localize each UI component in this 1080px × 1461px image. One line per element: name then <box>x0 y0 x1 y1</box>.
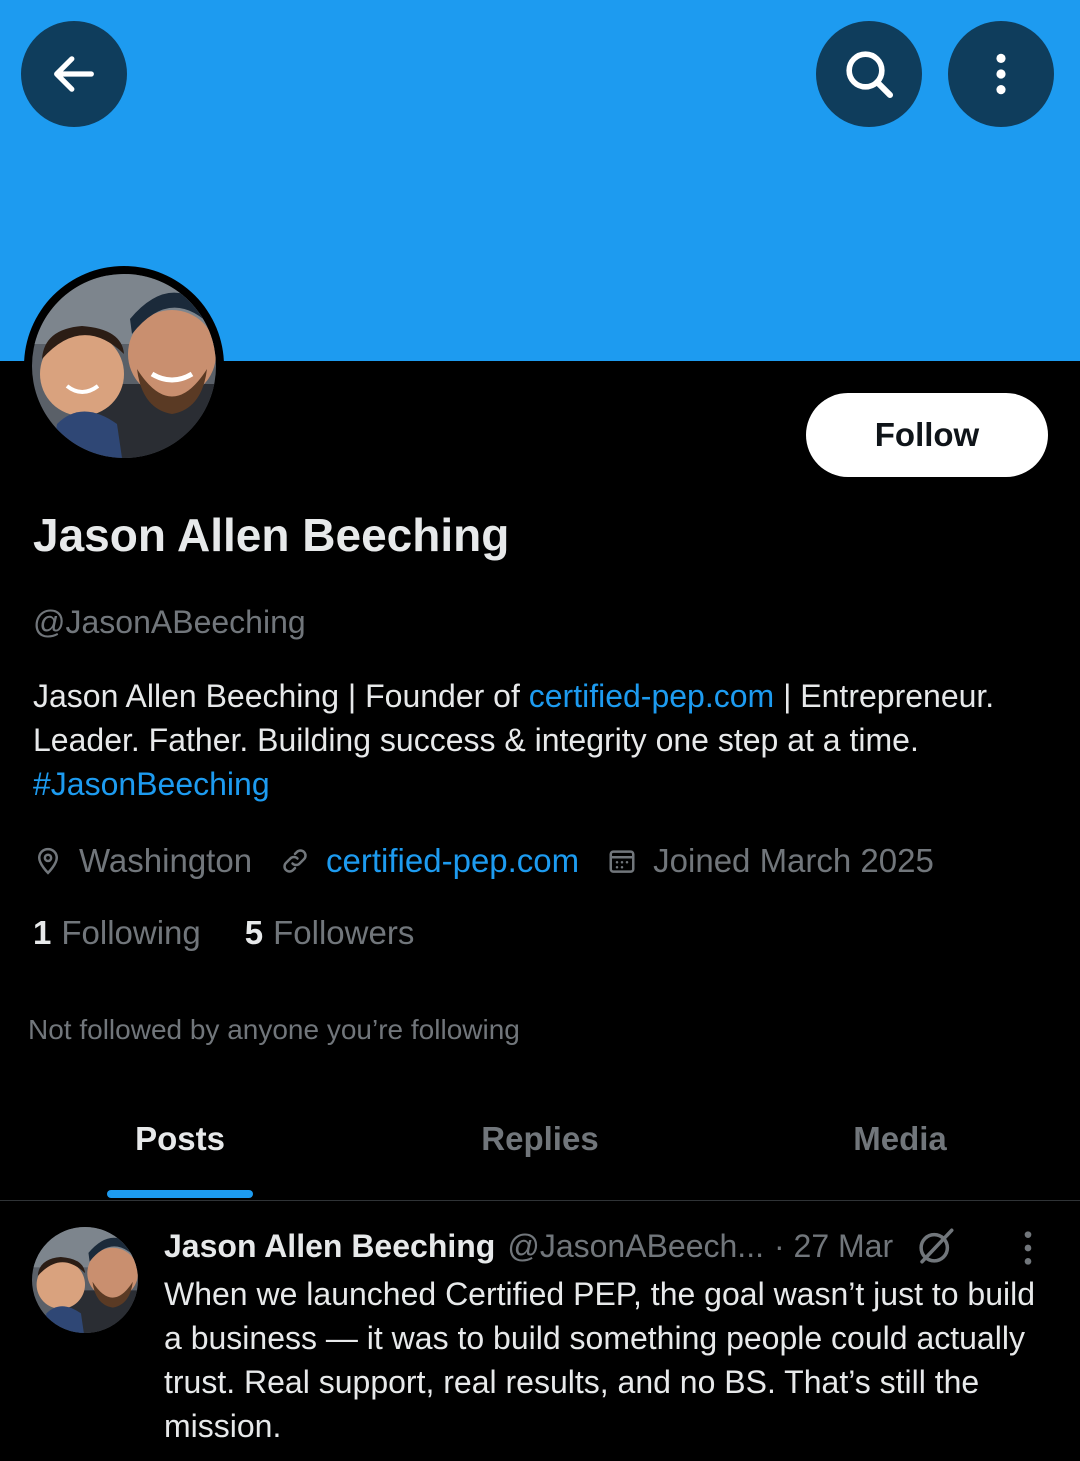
back-button[interactable] <box>21 21 127 127</box>
bio-text: Jason Allen Beeching | Founder of <box>33 678 529 714</box>
tab-replies[interactable]: Replies <box>360 1100 720 1200</box>
followers-number: 5 <box>244 914 264 951</box>
website[interactable]: certified-pep.com <box>280 842 579 880</box>
link-icon <box>283 849 307 873</box>
location-pin-icon <box>37 847 59 875</box>
profile-handle: @JasonABeeching <box>33 604 306 640</box>
join-date-text: Joined March 2025 <box>653 842 934 879</box>
post-author-name[interactable]: Jason Allen Beeching <box>164 1228 495 1265</box>
active-tab-indicator <box>107 1190 253 1198</box>
post-author-handle[interactable]: @JasonABeech... <box>507 1228 764 1265</box>
more-options-button[interactable] <box>948 21 1054 127</box>
profile-meta: Washington certified-pep.com Joined Marc… <box>33 838 962 884</box>
following-number: 1 <box>33 914 52 951</box>
bio-link[interactable]: certified-pep.com <box>529 678 774 714</box>
location: Washington <box>33 842 252 880</box>
follow-counts: 1 Following 5 Followers <box>33 914 458 952</box>
post-avatar[interactable] <box>32 1227 138 1333</box>
more-vertical-icon <box>1024 1231 1032 1265</box>
profile-page: Follow Jason Allen Beeching @JasonABeech… <box>0 0 1080 1461</box>
website-link[interactable]: certified-pep.com <box>326 842 579 880</box>
not-followed-text: Not followed by anyone you’re following <box>28 1014 520 1045</box>
calendar-icon <box>609 850 635 873</box>
profile-bio: Jason Allen Beeching | Founder of certif… <box>33 674 1043 806</box>
grok-icon[interactable] <box>915 1225 957 1267</box>
join-date: Joined March 2025 <box>607 842 934 880</box>
following-count[interactable]: 1 Following <box>33 914 201 952</box>
tab-media[interactable]: Media <box>720 1100 1080 1200</box>
tab-posts[interactable]: Posts <box>0 1100 360 1200</box>
bio-hashtag[interactable]: #JasonBeeching <box>33 766 270 802</box>
profile-avatar[interactable] <box>24 266 224 466</box>
location-text: Washington <box>79 842 253 879</box>
post-more-button[interactable] <box>1008 1228 1048 1268</box>
search-icon <box>846 51 894 99</box>
post-date[interactable]: · 27 Mar <box>774 1228 893 1265</box>
search-button[interactable] <box>816 21 922 127</box>
post-header: Jason Allen Beeching @JasonABeech... · 2… <box>164 1222 1004 1270</box>
avatar-photo <box>32 274 216 458</box>
followers-label: Followers <box>273 914 415 951</box>
follow-button[interactable]: Follow <box>806 393 1048 477</box>
followers-count[interactable]: 5 Followers <box>245 914 415 952</box>
post-text[interactable]: When we launched Certified PEP, the goal… <box>164 1272 1044 1448</box>
profile-tabs: Posts Replies Media <box>0 1100 1080 1201</box>
profile-name: Jason Allen Beeching <box>33 509 510 561</box>
arrow-left-icon <box>54 56 94 92</box>
following-label: Following <box>61 914 201 951</box>
more-vertical-icon <box>996 53 1006 95</box>
